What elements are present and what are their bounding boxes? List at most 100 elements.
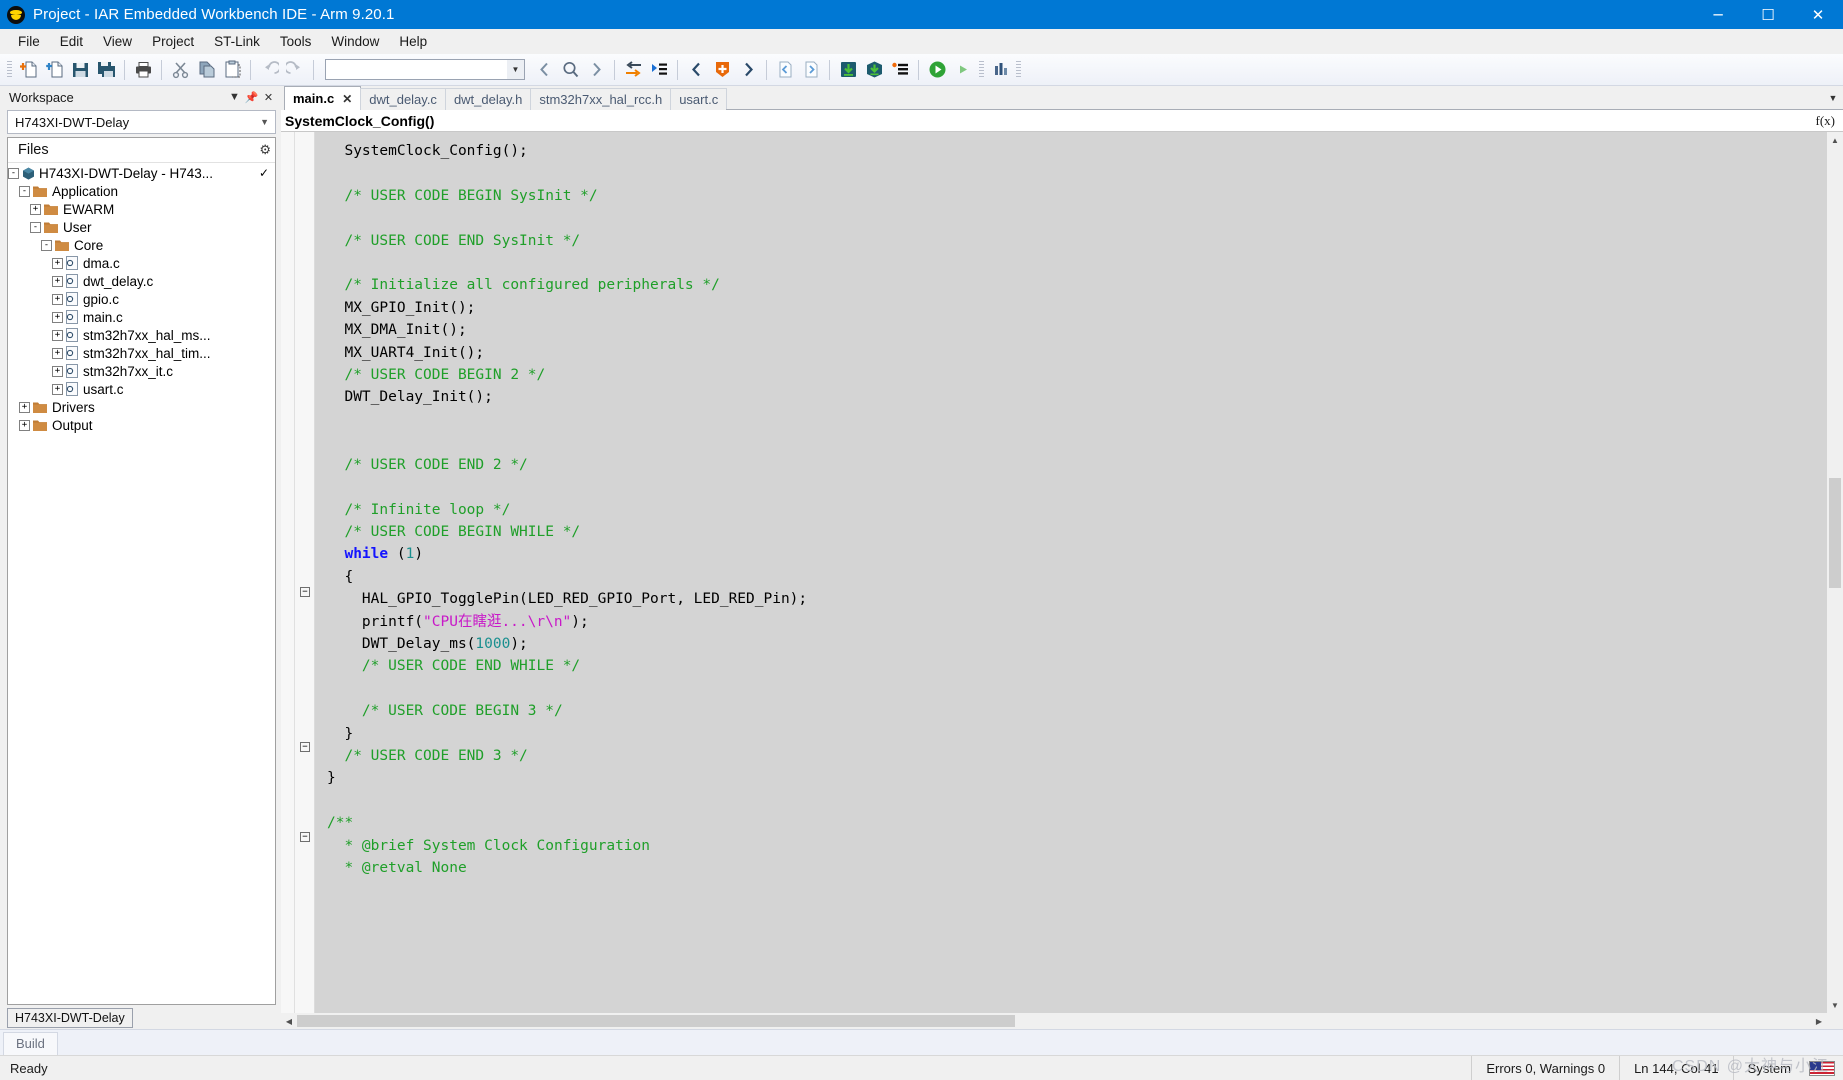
next-file-icon[interactable] (798, 57, 824, 83)
search-previous-icon[interactable] (531, 57, 557, 83)
tree-item[interactable]: + EWARM (8, 200, 275, 218)
tree-item[interactable]: + gpio.c (8, 290, 275, 308)
tree-toggle-icon[interactable]: + (30, 203, 41, 215)
minimize-button[interactable]: ─ (1693, 0, 1743, 29)
paste-icon[interactable] (219, 57, 245, 83)
tree-item[interactable]: + main.c (8, 308, 275, 326)
scroll-down-icon[interactable]: ▼ (1827, 997, 1843, 1013)
undo-icon[interactable] (256, 57, 282, 83)
fold-toggle[interactable]: − (300, 832, 310, 842)
tree-item[interactable]: + usart.c (8, 380, 275, 398)
tree-toggle-icon[interactable]: + (52, 329, 63, 341)
tree-toggle-icon[interactable]: - (8, 167, 19, 179)
cut-icon[interactable] (167, 57, 193, 83)
tree-toggle-icon[interactable]: - (41, 239, 52, 251)
chevron-down-icon[interactable]: ▼ (260, 117, 273, 127)
tree-toggle-icon[interactable]: + (52, 257, 63, 269)
redo-icon[interactable] (282, 57, 308, 83)
tree-toggle-icon[interactable]: + (52, 347, 63, 359)
menu-tools[interactable]: Tools (270, 31, 322, 52)
tab-build[interactable]: Build (3, 1032, 58, 1055)
tree-item[interactable]: - User (8, 218, 275, 236)
menu-st-link[interactable]: ST-Link (204, 31, 270, 52)
close-icon[interactable]: ✕ (260, 89, 277, 106)
download-active-icon[interactable] (861, 57, 887, 83)
stop-debug-icon[interactable] (987, 57, 1013, 83)
menu-edit[interactable]: Edit (50, 31, 93, 52)
open-document-icon[interactable] (41, 57, 67, 83)
tree-toggle-icon[interactable]: + (52, 275, 63, 287)
editor-tab-dwt_delay-h[interactable]: dwt_delay.h (444, 88, 532, 110)
tree-item[interactable]: - Application (8, 182, 275, 200)
make-icon[interactable] (887, 57, 913, 83)
pin-icon[interactable]: 📌 (243, 89, 260, 106)
compile-icon[interactable] (709, 57, 735, 83)
horizontal-scrollbar[interactable]: ◀ ▶ (281, 1013, 1843, 1029)
fold-toggle[interactable]: − (300, 587, 310, 597)
scroll-right-icon[interactable]: ▶ (1811, 1013, 1827, 1029)
hscroll-thumb[interactable] (297, 1015, 1015, 1027)
scroll-left-icon[interactable]: ◀ (281, 1013, 297, 1029)
tree-item[interactable]: + stm32h7xx_it.c (8, 362, 275, 380)
tree-toggle-icon[interactable]: + (19, 419, 30, 431)
source-code[interactable]: SystemClock_Config(); /* USER CODE BEGIN… (315, 132, 1827, 1013)
project-file-tree[interactable]: - H743XI-DWT-Delay - H743... ✓ - Application… (8, 163, 275, 1004)
navigate-backward-icon[interactable] (683, 57, 709, 83)
navigate-forward-icon[interactable] (735, 57, 761, 83)
close-icon[interactable]: ✕ (342, 92, 352, 106)
menu-window[interactable]: Window (321, 31, 389, 52)
tree-toggle-icon[interactable]: + (52, 311, 63, 323)
start-debug-icon[interactable] (950, 57, 976, 83)
chevron-down-icon[interactable]: ▼ (226, 89, 243, 106)
tree-toggle-icon[interactable]: - (19, 185, 30, 197)
previous-file-icon[interactable] (772, 57, 798, 83)
editor-tab-stm32h7xx_hal_rcc-h[interactable]: stm32h7xx_hal_rcc.h (530, 88, 672, 110)
tree-toggle-icon[interactable]: + (52, 383, 63, 395)
go-to-icon[interactable] (620, 57, 646, 83)
tree-item[interactable]: + dma.c (8, 254, 275, 272)
tree-item[interactable]: - Core (8, 236, 275, 254)
breakpoint-gutter[interactable] (281, 132, 295, 1013)
tree-toggle-icon[interactable]: - (30, 221, 41, 233)
search-next-icon[interactable] (583, 57, 609, 83)
menu-help[interactable]: Help (389, 31, 437, 52)
tree-toggle-icon[interactable]: + (52, 365, 63, 377)
editor-tab-dwt_delay-c[interactable]: dwt_delay.c (360, 88, 446, 110)
menu-view[interactable]: View (93, 31, 142, 52)
scroll-up-icon[interactable]: ▲ (1827, 132, 1843, 148)
fold-toggle[interactable]: − (300, 742, 310, 752)
tree-item[interactable]: + stm32h7xx_hal_ms... (8, 326, 275, 344)
tree-toggle-icon[interactable]: + (52, 293, 63, 305)
save-all-icon[interactable] (93, 57, 119, 83)
tree-item[interactable]: + Drivers (8, 398, 275, 416)
toolbar-grip-3[interactable] (1016, 60, 1021, 79)
hscroll-track[interactable] (297, 1013, 1811, 1029)
menu-file[interactable]: File (8, 31, 50, 52)
toggle-bookmark-icon[interactable] (646, 57, 672, 83)
workspace-tab[interactable]: H743XI-DWT-Delay (7, 1008, 133, 1028)
toolbar-grip[interactable] (7, 60, 12, 79)
print-icon[interactable] (130, 57, 156, 83)
copy-icon[interactable] (193, 57, 219, 83)
function-list-icon[interactable]: f(x) (1816, 113, 1843, 129)
run-icon[interactable] (924, 57, 950, 83)
editor-tab-main-c[interactable]: main.c ✕ (284, 86, 362, 110)
editor-tab-usart-c[interactable]: usart.c (670, 88, 728, 110)
chevron-down-icon[interactable]: ▼ (507, 60, 524, 79)
vscroll-track[interactable] (1827, 148, 1843, 997)
project-config-dropdown[interactable]: H743XI-DWT-Delay ▼ (7, 110, 276, 134)
maximize-button[interactable]: ☐ (1743, 0, 1793, 29)
vscroll-thumb[interactable] (1829, 478, 1841, 588)
fold-gutter[interactable]: − − − (295, 132, 315, 1013)
new-document-icon[interactable] (15, 57, 41, 83)
tree-item[interactable]: + Output (8, 416, 275, 434)
toolbar-combo[interactable]: ▼ (325, 59, 525, 80)
chevron-down-icon[interactable]: ▼ (1823, 86, 1843, 110)
tree-toggle-icon[interactable]: + (19, 401, 30, 413)
toolbar-grip-2[interactable] (979, 60, 984, 79)
tree-item[interactable]: - H743XI-DWT-Delay - H743... ✓ (8, 164, 275, 182)
close-button[interactable]: ✕ (1793, 0, 1843, 29)
find-icon[interactable] (557, 57, 583, 83)
tree-item[interactable]: + dwt_delay.c (8, 272, 275, 290)
gear-icon[interactable]: ⚙ (259, 142, 271, 158)
